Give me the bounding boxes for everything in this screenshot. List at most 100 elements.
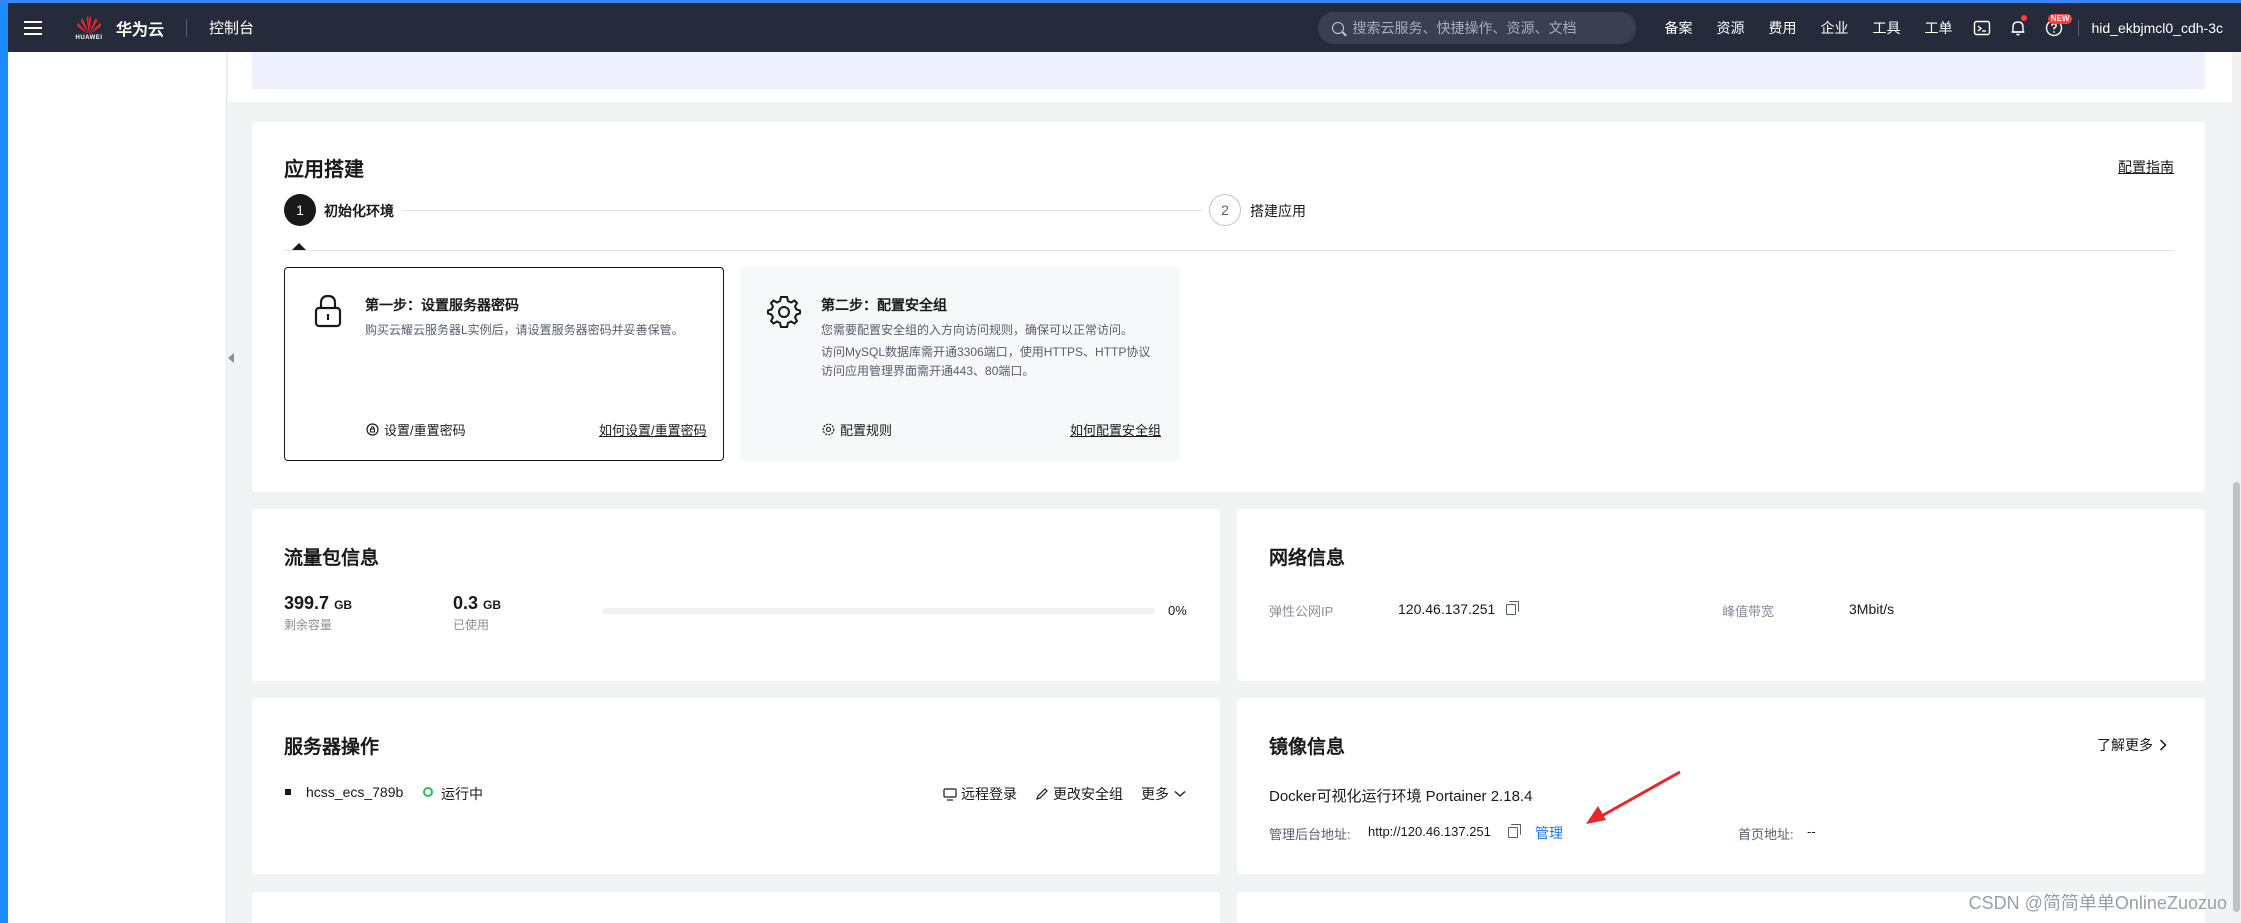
help-icon[interactable]: NEW: [2036, 3, 2073, 52]
admin-url-label: 管理后台地址:: [1269, 827, 1351, 842]
step-1-circle[interactable]: 1: [284, 194, 316, 226]
chevron-down-icon: [1174, 791, 1186, 797]
config-guide-link[interactable]: 配置指南: [2118, 157, 2174, 177]
monitor-icon: [943, 787, 957, 801]
user-account-menu[interactable]: hid_ekbjmcl0_cdh-3c: [2091, 20, 2223, 36]
nav-item-enterprise[interactable]: 企业: [1820, 18, 1848, 38]
huawei-cloud-logo[interactable]: HUAWEI 华为云: [72, 11, 164, 45]
settings-small-icon: [822, 423, 835, 436]
remaining-label: 剩余容量: [284, 618, 333, 632]
remaining-value: 399.7: [284, 593, 330, 613]
learn-more-link[interactable]: 了解更多: [2097, 735, 2167, 755]
copy-ip-icon[interactable]: [1506, 601, 1519, 615]
traffic-title: 流量包信息: [284, 548, 380, 569]
huawei-logo-icon: HUAWEI: [72, 11, 106, 45]
reset-password-label: 设置/重置密码: [384, 423, 466, 438]
eip-label: 弹性公网IP: [1269, 604, 1334, 619]
remote-login-label: 远程登录: [961, 786, 1017, 802]
remaining-capacity: 399.7 GB: [284, 593, 352, 614]
traffic-card: [252, 509, 1220, 681]
secondary-sidebar: [8, 52, 227, 923]
change-sg-button[interactable]: 更改安全组: [1035, 784, 1123, 804]
global-search[interactable]: [1318, 11, 1637, 44]
admin-url-value: http://120.46.137.251: [1368, 824, 1491, 839]
scrollbar-thumb[interactable]: [2233, 482, 2240, 912]
server-name: hcss_ecs_789b: [306, 784, 404, 800]
huawei-brand-small: HUAWEI: [75, 34, 103, 41]
step-2-circle[interactable]: 2: [1209, 194, 1241, 226]
used-value: 0.3: [453, 593, 479, 613]
image-name: Docker可视化运行环境 Portainer 2.18.4: [1269, 788, 1533, 805]
app-build-title: 应用搭建: [284, 159, 364, 181]
home-url-label: 首页地址:: [1738, 827, 1794, 842]
password-icon: [366, 423, 379, 436]
network-title: 网络信息: [1269, 548, 1346, 569]
step-1-label[interactable]: 初始化环境: [324, 201, 394, 221]
traffic-progress-bar: [602, 608, 1155, 614]
csdn-watermark: CSDN @简简单单OnlineZuozuo: [1968, 893, 2227, 913]
shield-edit-icon: [1036, 788, 1048, 800]
remote-login-button[interactable]: 远程登录: [943, 784, 1017, 804]
change-sg-label: 更改安全组: [1053, 786, 1123, 802]
used-unit: GB: [483, 598, 502, 612]
used-capacity: 0.3 GB: [453, 593, 501, 614]
copy-url-icon[interactable]: [1508, 824, 1521, 838]
more-dropdown[interactable]: 更多: [1141, 784, 1186, 804]
step1-title: 第一步：设置服务器密码: [365, 297, 519, 313]
traffic-percent: 0%: [1168, 603, 1187, 618]
red-annotation-arrow: [1586, 770, 1681, 824]
step-divider: [284, 250, 2174, 251]
cloud-shell-icon[interactable]: [1964, 3, 2000, 52]
step2-desc-line1: 您需要配置安全组的入方向访问规则，确保可以正常访问。: [821, 323, 1134, 337]
server-bullet: [285, 789, 291, 795]
step-connector: [402, 210, 1202, 211]
user-separator: [2078, 19, 2080, 36]
lock-icon: [314, 294, 342, 328]
console-link[interactable]: 控制台: [209, 17, 254, 38]
status-running-icon: [423, 787, 433, 797]
home-url-value: --: [1807, 824, 1816, 839]
step-2-label[interactable]: 搭建应用: [1250, 201, 1306, 221]
server-status: 运行中: [441, 786, 483, 802]
topbar-divider: [186, 18, 188, 37]
nav-item-tools[interactable]: 工具: [1872, 18, 1900, 38]
top-navigation-bar: HUAWEI 华为云 控制台 备案 资源 费用 企业 工具 工单 NEW hid…: [8, 3, 2241, 52]
step2-desc-line2: 访问MySQL数据库需开通3306端口，使用HTTPS、HTTP协议: [821, 345, 1151, 359]
search-icon: [1332, 21, 1345, 34]
how-to-config-sg-link[interactable]: 如何配置安全组: [1070, 420, 1161, 439]
step2-title: 第二步：配置安全组: [821, 297, 947, 313]
partial-card-left: [252, 892, 1220, 923]
config-rules-action[interactable]: 配置规则: [822, 420, 892, 439]
chevron-right-icon: [2159, 739, 2167, 751]
server-ops-title: 服务器操作: [284, 737, 380, 758]
gear-icon: [767, 296, 801, 328]
nav-item-resources[interactable]: 资源: [1716, 18, 1744, 38]
how-to-reset-password-link[interactable]: 如何设置/重置密码: [599, 420, 707, 439]
reset-password-action[interactable]: 设置/重置密码: [366, 420, 466, 439]
remaining-unit: GB: [334, 598, 353, 612]
network-card: [1237, 509, 2205, 681]
bandwidth-value: 3Mbit/s: [1849, 601, 1895, 617]
step2-desc-line3: 访问应用管理界面需开通443、80端口。: [821, 364, 1035, 378]
manage-link[interactable]: 管理: [1535, 823, 1563, 843]
left-accent-strip: [0, 0, 8, 923]
learn-more-label: 了解更多: [2097, 737, 2153, 753]
nav-item-tickets[interactable]: 工单: [1924, 18, 1952, 38]
nav-item-beian[interactable]: 备案: [1664, 18, 1692, 38]
nav-item-billing[interactable]: 费用: [1768, 18, 1796, 38]
step1-desc: 购买云耀云服务器L实例后，请设置服务器密码并妥善保管。: [365, 323, 684, 337]
logo-text: 华为云: [116, 21, 165, 39]
eip-value: 120.46.137.251: [1398, 601, 1496, 617]
top-accent-border: [0, 0, 2241, 3]
top-banner-band: [252, 52, 2205, 89]
hamburger-menu-icon[interactable]: [8, 3, 58, 52]
sidebar-collapse-icon[interactable]: [225, 346, 237, 370]
notification-bell-icon[interactable]: [2000, 3, 2036, 52]
image-info-title: 镜像信息: [1269, 737, 1346, 758]
more-label: 更多: [1141, 786, 1169, 802]
bandwidth-label: 峰值带宽: [1722, 604, 1775, 619]
config-rules-label: 配置规则: [840, 423, 893, 438]
used-label: 已使用: [453, 618, 490, 632]
search-input[interactable]: [1352, 19, 1613, 36]
step-indicator-caret: [292, 243, 306, 250]
